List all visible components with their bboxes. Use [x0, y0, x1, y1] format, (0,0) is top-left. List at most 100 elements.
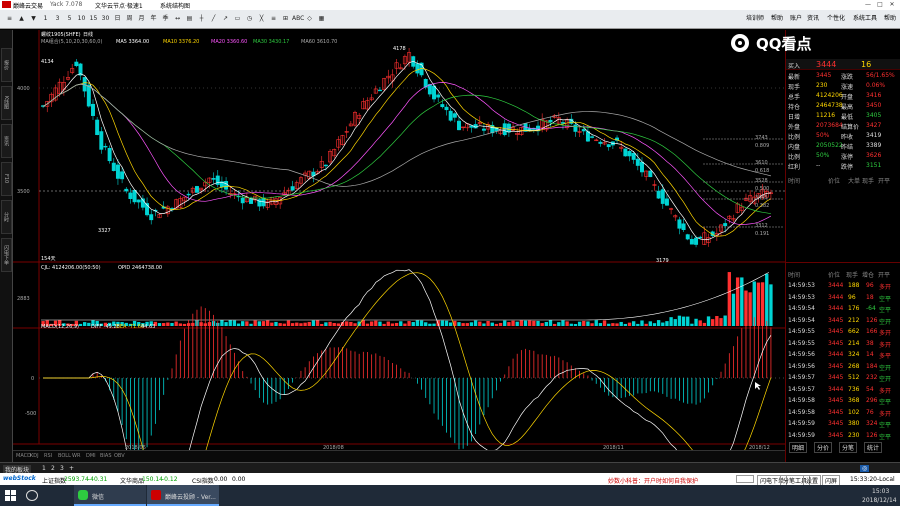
toolbar-tool[interactable]: ▼ [28, 13, 39, 25]
indicator-tab[interactable]: RSI [44, 453, 52, 459]
header-cell: 时间 [788, 272, 801, 279]
toolbar-tool[interactable]: ▦ [316, 13, 327, 25]
status-box[interactable] [736, 475, 754, 483]
side-tab[interactable]: 资讯 [1, 124, 12, 158]
menu-struct[interactable]: 系统结构图 [160, 1, 190, 10]
toolbar-tool[interactable]: 季 [160, 13, 171, 25]
news-ticker[interactable]: 妙数小科普：开户时如何自我保护 [608, 476, 698, 485]
brand-logo: webStock [3, 475, 36, 482]
toolbar-tool[interactable]: ┼ [196, 13, 207, 25]
volume-bar [311, 320, 316, 326]
minimize-icon[interactable]: — [862, 0, 874, 10]
toolbar-tool[interactable]: 月 [136, 13, 147, 25]
toolbar-tool[interactable]: ≡ [4, 13, 15, 25]
trade-cell: 96 [866, 282, 874, 289]
volume-bar [515, 321, 519, 326]
side-tab[interactable]: 报价 [1, 48, 12, 82]
toolbar-tool[interactable]: 1 [40, 13, 51, 25]
toolbar-menu[interactable]: 帮助 [771, 13, 783, 25]
candle-body [91, 103, 95, 116]
side-tab[interactable]: 闪电下单 [1, 238, 12, 272]
windows-start-icon[interactable] [5, 490, 16, 501]
toolbar-tool[interactable]: ⊞ [280, 13, 291, 25]
side-tab[interactable]: 分时 [1, 200, 12, 234]
toolbar-tool[interactable]: ◇ [304, 13, 315, 25]
toolbar-tool[interactable]: ↔ [172, 13, 183, 25]
quote-tab[interactable]: 明细 [789, 442, 808, 453]
chart-text: MA60 3610.70 [301, 39, 337, 45]
indicator-tab[interactable]: BOLL [58, 453, 71, 459]
wh-change: -0.12 [162, 476, 178, 483]
trade-cell: 空平 [879, 433, 892, 441]
buy-row[interactable]: 买入 3444 16 [786, 59, 900, 70]
volume-bar [303, 322, 307, 326]
toolbar-tool[interactable]: ↗ [220, 13, 231, 25]
volume-bar [665, 321, 669, 326]
indicator-tab[interactable]: OBV [114, 453, 125, 459]
mode-tab[interactable]: 1 [40, 465, 48, 472]
trade-cell: 38 [866, 339, 874, 347]
trade-cell: 176 [848, 305, 860, 312]
fib-label: 3743 [755, 135, 768, 141]
trade-cell: 14:59:54 [788, 316, 815, 324]
toolbar-tool[interactable]: ╳ [256, 13, 267, 25]
toolbar-tool[interactable]: ABC [292, 13, 304, 25]
toolbar-tool[interactable]: 日 [112, 13, 123, 25]
volume-bar [411, 322, 415, 326]
toolbar-tool[interactable]: 周 [124, 13, 135, 25]
toolbar-menu[interactable]: 系统工具 [853, 13, 877, 25]
volume-bar [448, 322, 453, 326]
toolbar-menu[interactable]: 个性化 [827, 13, 845, 25]
mode-tab[interactable]: 2 [49, 465, 57, 472]
indicator-tab[interactable]: DMI [86, 453, 96, 459]
side-tab[interactable]: K线图 [1, 86, 12, 120]
toolbar-tool[interactable]: 3 [52, 13, 63, 25]
toolbar-menu[interactable]: 培训师 [746, 13, 764, 25]
toolbar-tool[interactable]: 15 [88, 13, 99, 25]
toolbar-tool[interactable]: ▭ [232, 13, 243, 25]
chat-button[interactable]: ◎ [860, 465, 870, 472]
toolbar-tool[interactable]: 5 [64, 13, 75, 25]
toolbar-menu[interactable]: 资讯 [807, 13, 819, 25]
toolbar-tool[interactable]: 年 [148, 13, 159, 25]
quote-cell: 跌停 [841, 164, 854, 171]
mode-tab[interactable]: 3 [58, 465, 66, 472]
volume-bar [586, 321, 590, 326]
taskbar-trading[interactable]: 巅峰云投顾 - Ver... [147, 485, 219, 506]
candle-body [107, 148, 112, 162]
toolbar-tool[interactable]: ╱ [208, 13, 219, 25]
toolbar-tool[interactable]: 30 [100, 13, 111, 25]
maximize-icon[interactable]: □ [874, 0, 886, 10]
toolbar-menu[interactable]: 账户 [790, 13, 802, 25]
status-bar: webStock 上证指数 2593.74 -40.31 文华商品 150.14… [0, 473, 900, 486]
quote-cell: 2050522 [816, 142, 843, 149]
toolbar-tool[interactable]: ≡ [268, 13, 279, 25]
indicator-tab[interactable]: WR [72, 453, 80, 459]
mode-tab[interactable]: + [67, 465, 76, 472]
volume-bar [236, 323, 241, 326]
toolbar-tool[interactable]: ▲ [16, 13, 27, 25]
buy-volume: 16 [861, 60, 872, 69]
toolbar-tool[interactable]: ▤ [184, 13, 195, 25]
candle-body [452, 113, 457, 118]
search-icon[interactable] [26, 490, 38, 501]
quote-tab[interactable]: 统计 [864, 442, 883, 453]
chart-area[interactable]: 3743 0.809 3610 0.618 3528 0.500 3445 0.382 3312… [13, 30, 785, 506]
toolbar-tool[interactable]: ◷ [244, 13, 255, 25]
indicator-tab[interactable]: BIAS [100, 453, 112, 459]
taskbar-wechat[interactable]: 微信 [74, 485, 146, 506]
toolbar-tool[interactable]: 10 [76, 13, 87, 25]
indicator-tab[interactable]: MACD [16, 453, 31, 459]
indicator-tab[interactable]: KDJ [30, 453, 39, 459]
volume-bar [432, 323, 436, 326]
close-icon[interactable]: ✕ [886, 0, 898, 10]
volume-bar [490, 322, 494, 326]
menu-node[interactable]: 文华云节点·极速1 [95, 1, 143, 10]
quote-tab[interactable]: 分价 [814, 442, 833, 453]
sh-value: 2593.74 [64, 476, 89, 483]
quote-tab[interactable]: 分笔 [839, 442, 858, 453]
toolbar-menu[interactable]: 帮助 [884, 13, 896, 25]
quote-cell: 2464738 [816, 102, 843, 109]
volume-bar [365, 323, 370, 326]
side-tab[interactable]: F10 [1, 162, 12, 196]
